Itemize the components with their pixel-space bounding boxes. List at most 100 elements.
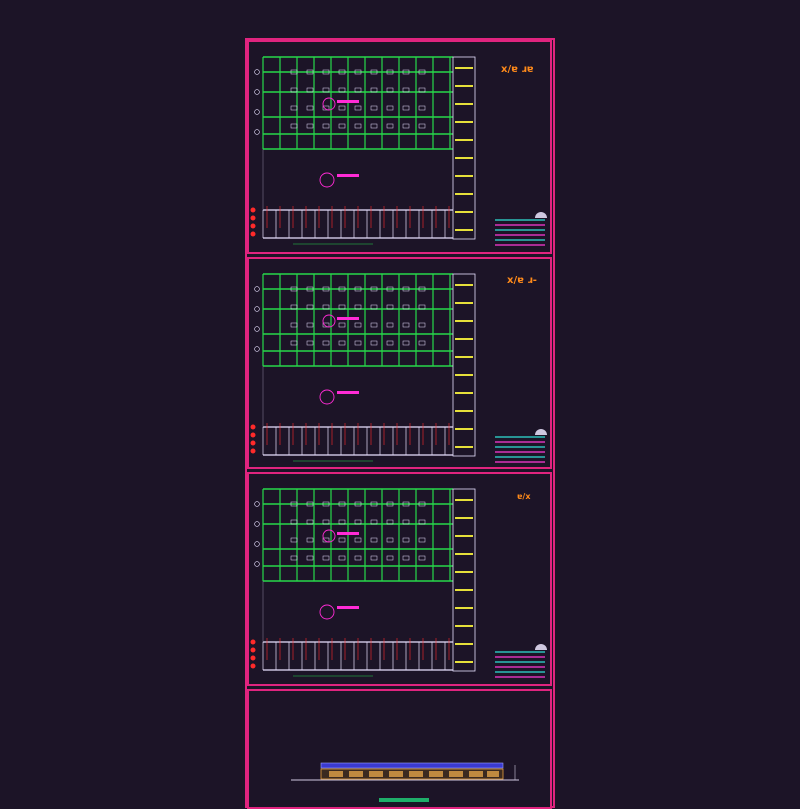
service-core	[452, 488, 476, 672]
service-core	[452, 273, 476, 457]
stair-tread	[455, 121, 473, 123]
title-block	[495, 644, 547, 678]
axis-bubble-red	[250, 432, 256, 438]
column-marker	[418, 105, 426, 111]
axis-bubble-red	[250, 223, 256, 229]
column-marker	[402, 123, 410, 129]
stair-tread	[455, 157, 473, 159]
column-marker	[418, 555, 426, 561]
stair-tread	[455, 302, 473, 304]
stair-tread	[455, 374, 473, 376]
axis-bubble-red	[250, 207, 256, 213]
roof-band	[320, 762, 504, 769]
elevation-title	[379, 798, 429, 802]
column-marker	[354, 123, 362, 129]
stair-tread	[455, 517, 473, 519]
floor-plan-drawing-3	[250, 488, 547, 678]
stair-tread	[455, 571, 473, 573]
stair-tread	[455, 499, 473, 501]
floor-plan-sheet-2: x/ɐ ɹ-	[247, 257, 552, 469]
axis-bubble	[254, 326, 260, 332]
axis-bubble	[254, 346, 260, 352]
stair-tread	[455, 211, 473, 213]
stair-tread	[455, 661, 473, 663]
column-marker	[370, 322, 378, 328]
column-marker	[402, 105, 410, 111]
column-marker	[354, 322, 362, 328]
axis-bubble	[254, 109, 260, 115]
column-marker	[386, 123, 394, 129]
stair-tread	[455, 284, 473, 286]
column-marker	[306, 340, 314, 346]
column-marker	[354, 105, 362, 111]
axis-bubble-red	[250, 448, 256, 454]
stair-tread	[455, 320, 473, 322]
stair-tread	[455, 607, 473, 609]
floor-plan-sheet-3: ɐ/x	[247, 472, 552, 686]
axis-bubble	[254, 561, 260, 567]
stair-tread	[455, 535, 473, 537]
stair-tread	[455, 85, 473, 87]
room-label	[337, 391, 359, 394]
stair-tread	[455, 338, 473, 340]
elevation-drawing	[291, 762, 519, 802]
axis-bubble	[254, 69, 260, 75]
axis-bubble-red	[250, 424, 256, 430]
column-marker	[354, 340, 362, 346]
column-marker	[354, 555, 362, 561]
title-block	[495, 212, 547, 246]
column-marker	[402, 555, 410, 561]
stair-tread	[455, 625, 473, 627]
axis-bubble	[254, 306, 260, 312]
axis-bubble-red	[250, 215, 256, 221]
north-arrow-icon	[535, 212, 547, 218]
column-marker	[386, 340, 394, 346]
column-marker	[386, 322, 394, 328]
column-marker	[338, 340, 346, 346]
column-marker	[386, 105, 394, 111]
axis-bubble	[254, 541, 260, 547]
room-symbol	[319, 172, 335, 188]
axis-bubble	[254, 286, 260, 292]
stair-tread	[455, 428, 473, 430]
sheet-title-3: ɐ/x	[517, 492, 531, 501]
stair-tread	[455, 410, 473, 412]
column-marker	[354, 537, 362, 543]
facade-windows	[329, 771, 499, 777]
column-marker	[322, 555, 330, 561]
axis-bubble	[254, 521, 260, 527]
column-marker	[290, 555, 298, 561]
floor-plan-drawing-2	[250, 273, 547, 463]
lower-wing	[262, 206, 453, 239]
stair-tread	[455, 193, 473, 195]
stair-tread	[455, 643, 473, 645]
sheet-title-2: x/ɐ ɹ-	[507, 275, 537, 286]
column-marker	[338, 123, 346, 129]
service-core	[452, 56, 476, 240]
axis-bubble-red	[250, 231, 256, 237]
column-marker	[402, 322, 410, 328]
column-marker	[290, 322, 298, 328]
room-symbol	[319, 604, 335, 620]
stair-tread	[455, 67, 473, 69]
north-arrow-icon	[535, 644, 547, 650]
room-label	[337, 317, 359, 320]
stair-tread	[455, 446, 473, 448]
column-marker	[290, 105, 298, 111]
room-label	[337, 606, 359, 609]
column-marker	[418, 537, 426, 543]
column-marker	[370, 340, 378, 346]
axis-bubble-red	[250, 440, 256, 446]
axis-bubble-red	[250, 647, 256, 653]
column-marker	[338, 555, 346, 561]
column-marker	[338, 322, 346, 328]
sheet-title-1: x/ɐ ɹɐ	[501, 64, 534, 75]
column-marker	[370, 537, 378, 543]
column-marker	[370, 105, 378, 111]
stair-tread	[455, 392, 473, 394]
room-label	[337, 174, 359, 177]
axis-bubble-red	[250, 655, 256, 661]
column-marker	[418, 123, 426, 129]
room-label	[337, 532, 359, 535]
stair-tread	[455, 175, 473, 177]
